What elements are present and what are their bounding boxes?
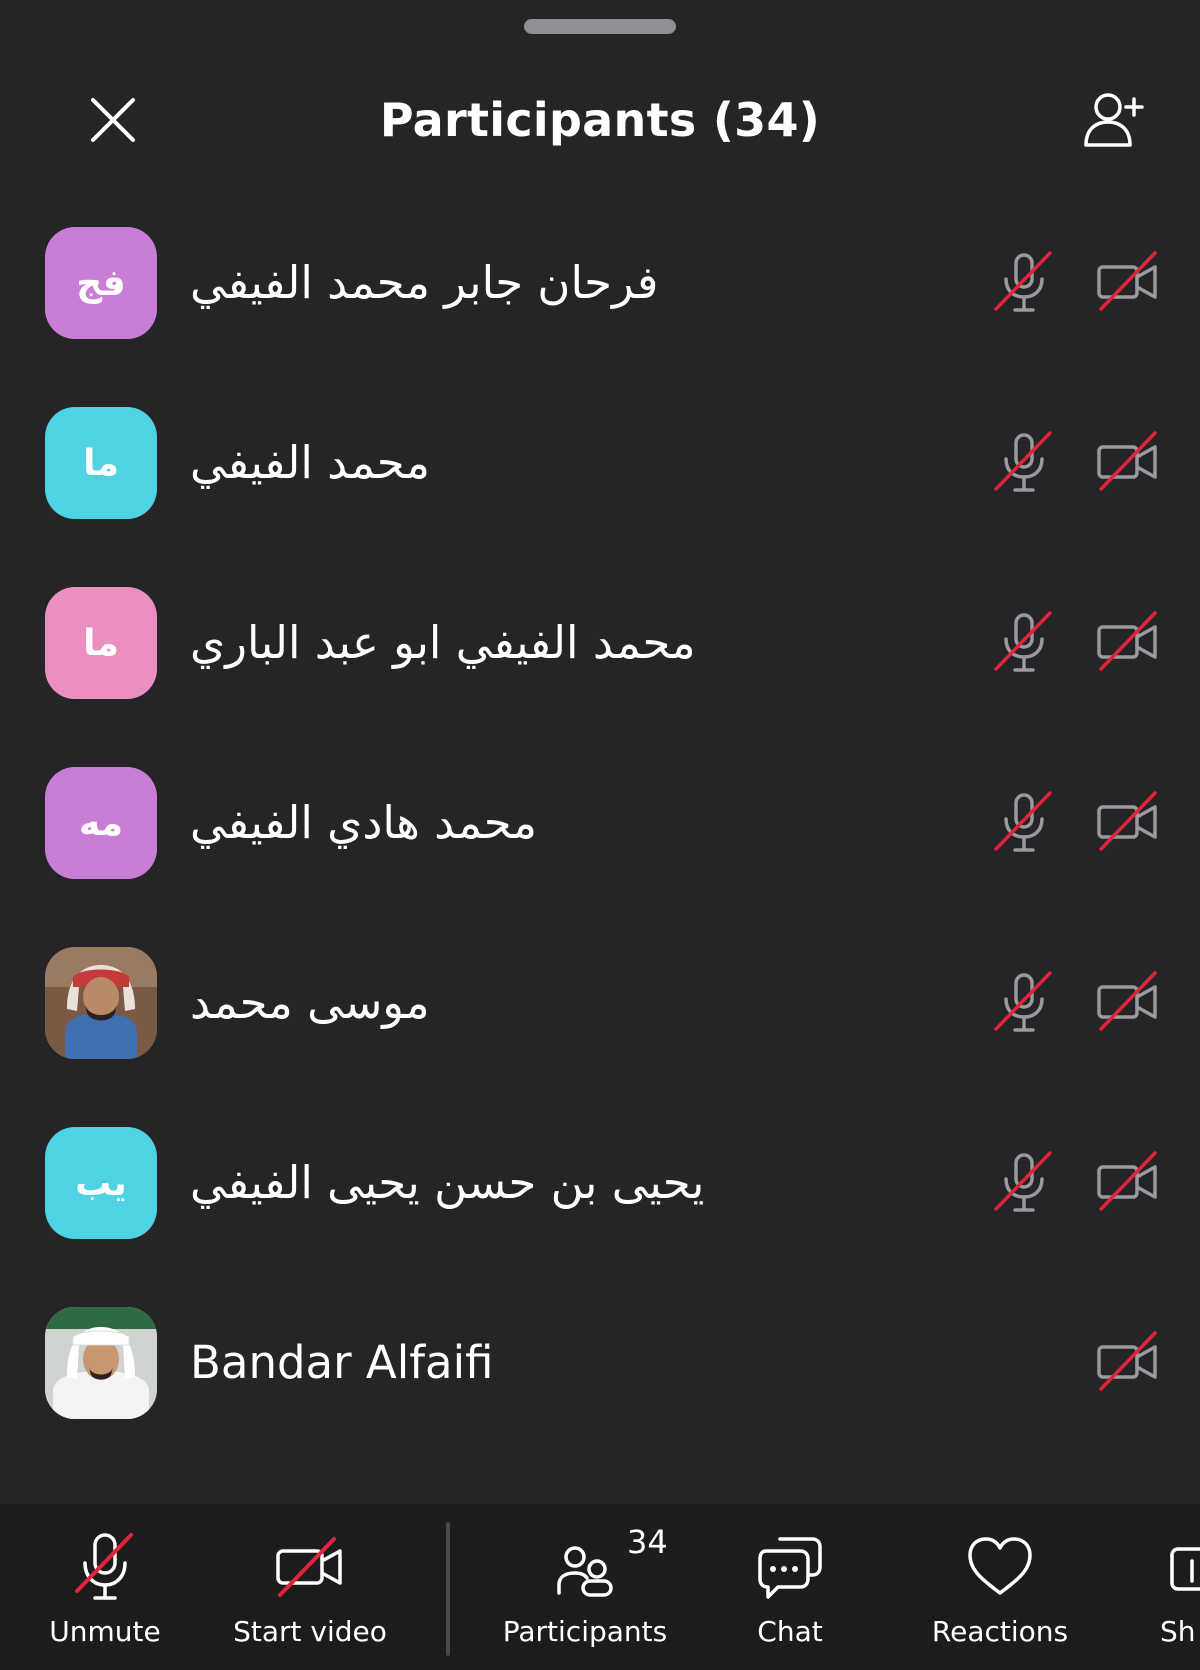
chat-icon <box>758 1537 822 1599</box>
mic-muted-indicator <box>990 1149 1058 1217</box>
video-off-indicator <box>1095 1329 1163 1397</box>
video-off-indicator <box>1095 249 1163 317</box>
participant-row[interactable]: موسى محمد <box>0 913 1200 1093</box>
reactions-label: Reactions <box>931 1615 1069 1648</box>
participant-name: فرحان جابر محمد الفيفي <box>190 256 659 309</box>
page-title: Participants (34) <box>379 93 821 147</box>
video-off-icon <box>1097 251 1157 311</box>
participant-row[interactable]: يب يحيى بن حسن يحيى الفيفي <box>0 1093 1200 1273</box>
video-off-icon <box>1097 791 1157 851</box>
video-off-icon <box>1097 611 1157 671</box>
share-icon <box>1170 1547 1200 1591</box>
participant-row[interactable]: Bandar Alfaifi <box>0 1273 1200 1453</box>
mic-muted-indicator <box>990 429 1058 497</box>
participant-photo <box>45 947 157 1059</box>
mic-muted-indicator <box>990 249 1058 317</box>
meeting-toolbar: Unmute Start video Participants 34 Chat … <box>0 1504 1200 1670</box>
participant-name: محمد هادي الفيفي <box>190 796 537 849</box>
participants-icon <box>557 1546 613 1597</box>
avatar <box>45 1307 157 1419</box>
start-video-label: Start video <box>233 1615 387 1648</box>
add-person-icon <box>1084 93 1144 147</box>
avatar: فج <box>45 227 157 339</box>
chat-label: Chat <box>757 1615 823 1648</box>
mic-off-icon <box>994 791 1052 852</box>
participant-row[interactable]: ما محمد الفيفي <box>0 373 1200 553</box>
participant-name: موسى محمد <box>190 976 430 1029</box>
reactions-button[interactable]: Reactions <box>920 1504 1080 1670</box>
mic-off-icon <box>994 251 1052 312</box>
mic-muted-indicator <box>990 609 1058 677</box>
chat-button[interactable]: Chat <box>725 1504 855 1670</box>
participant-photo <box>45 1307 157 1419</box>
drag-handle[interactable] <box>524 19 676 34</box>
video-off-indicator <box>1095 789 1163 857</box>
avatar: ما <box>45 587 157 699</box>
avatar-initials: يب <box>75 1162 127 1204</box>
mic-off-icon <box>994 971 1052 1032</box>
video-off-icon <box>1097 1151 1157 1211</box>
video-off-icon <box>276 1537 342 1597</box>
avatar <box>45 947 157 1059</box>
video-off-icon <box>1097 971 1157 1031</box>
participant-name: محمد الفيفي <box>190 436 430 489</box>
participant-list: فج فرحان جابر محمد الفيفي ما محمد الفيفي ما م… <box>0 193 1200 1453</box>
participants-label: Participants <box>502 1615 668 1648</box>
share-label: Sh <box>1160 1615 1196 1648</box>
invite-participant-button[interactable] <box>1078 85 1148 155</box>
participant-name: يحيى بن حسن يحيى الفيفي <box>190 1156 705 1209</box>
participant-name: Bandar Alfaifi <box>190 1336 494 1389</box>
participant-name: محمد الفيفي ابو عبد الباري <box>190 616 696 669</box>
participants-sheet: Participants (34) فج فرحان جابر محمد الفي… <box>0 0 1200 1670</box>
mic-off-icon <box>75 1533 133 1600</box>
mic-off-icon <box>994 1151 1052 1212</box>
heart-icon <box>968 1537 1032 1595</box>
participant-row[interactable]: فج فرحان جابر محمد الفيفي <box>0 193 1200 373</box>
unmute-label: Unmute <box>49 1615 161 1648</box>
close-button[interactable] <box>78 85 148 155</box>
participants-count-badge: 34 <box>627 1523 668 1561</box>
unmute-button[interactable]: Unmute <box>35 1504 175 1670</box>
avatar-initials: ما <box>83 622 119 664</box>
mic-muted-indicator <box>990 789 1058 857</box>
close-icon <box>91 98 135 142</box>
mic-off-icon <box>994 431 1052 492</box>
video-off-icon <box>1097 431 1157 491</box>
participants-header: Participants (34) <box>0 60 1200 180</box>
video-off-indicator <box>1095 1149 1163 1217</box>
avatar: يب <box>45 1127 157 1239</box>
participant-row[interactable]: ما محمد الفيفي ابو عبد الباري <box>0 553 1200 733</box>
avatar: مه <box>45 767 157 879</box>
share-button[interactable]: Sh <box>1160 1504 1200 1670</box>
video-off-indicator <box>1095 609 1163 677</box>
avatar-initials: ما <box>83 442 119 484</box>
participant-row[interactable]: مه محمد هادي الفيفي <box>0 733 1200 913</box>
start-video-button[interactable]: Start video <box>220 1504 400 1670</box>
avatar-initials: فج <box>76 262 126 304</box>
avatar-initials: مه <box>78 802 124 844</box>
video-off-icon <box>1097 1331 1157 1391</box>
mic-off-icon <box>994 611 1052 672</box>
video-off-indicator <box>1095 969 1163 1037</box>
video-off-indicator <box>1095 429 1163 497</box>
avatar: ما <box>45 407 157 519</box>
toolbar-divider <box>446 1522 450 1656</box>
mic-muted-indicator <box>990 969 1058 1037</box>
